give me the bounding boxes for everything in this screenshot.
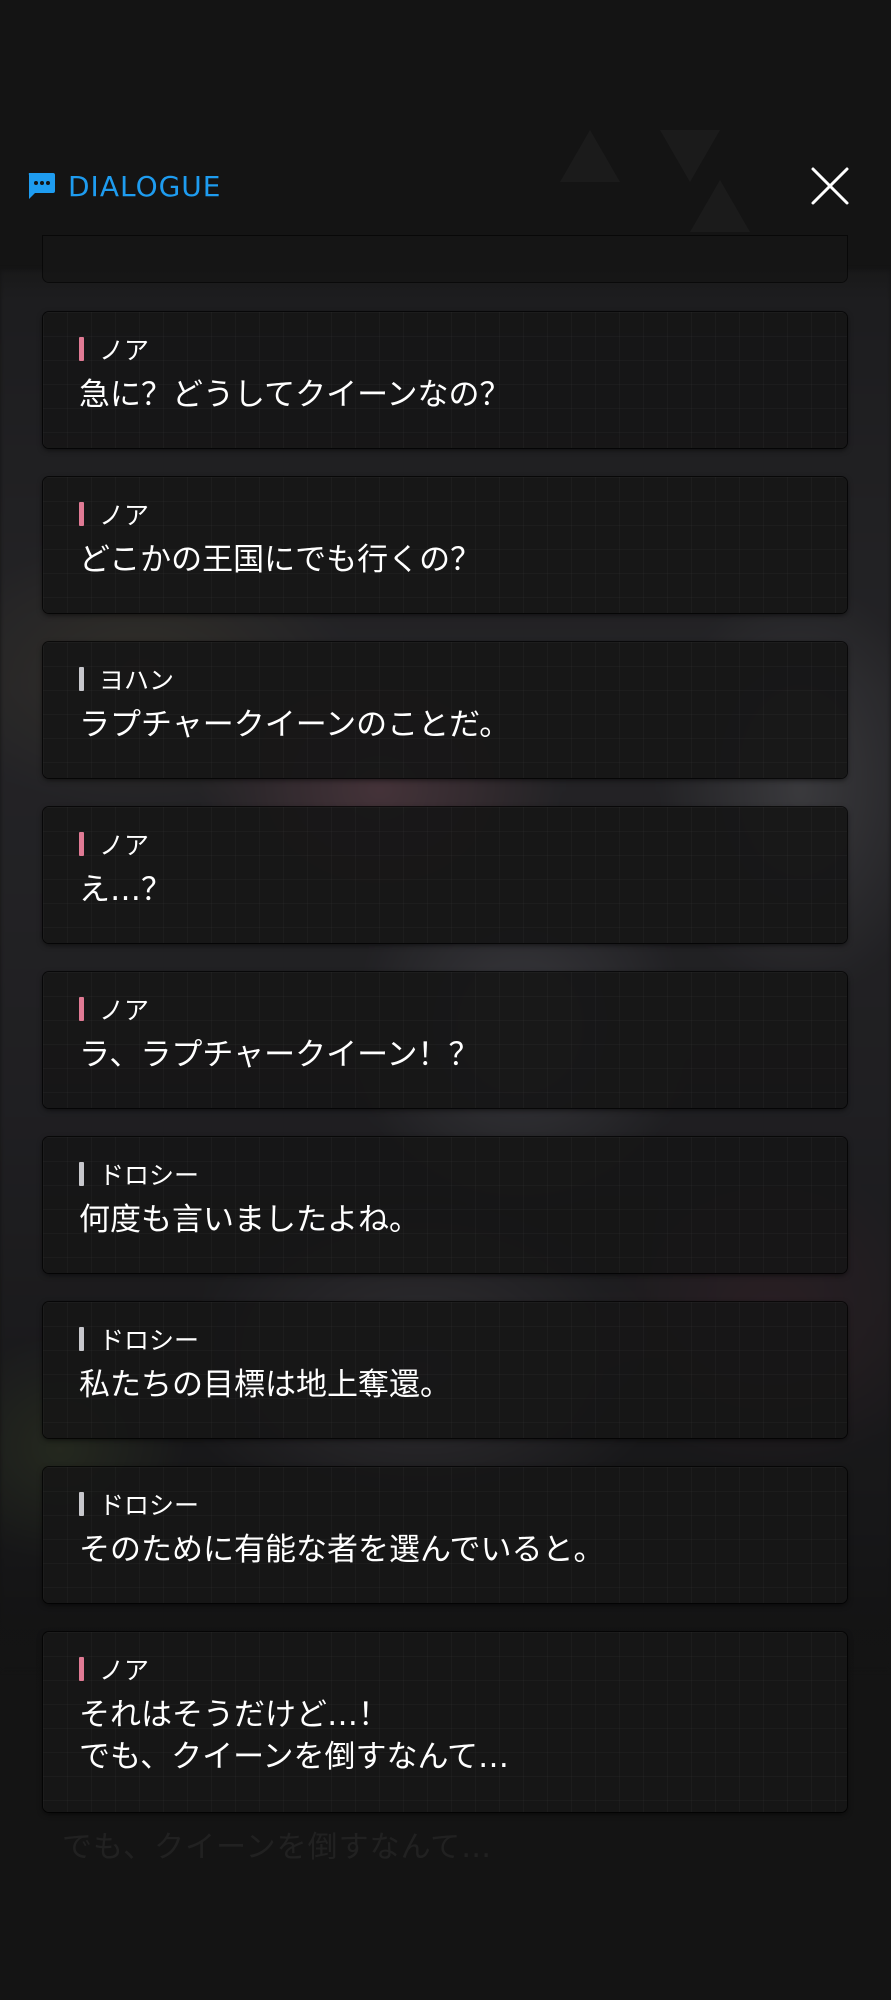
speaker-row: ヨハン [79, 664, 811, 695]
speaker-color-bar [79, 997, 84, 1021]
dialogue-card: ドロシー 私たちの目標は地上奪還。 [43, 1302, 847, 1438]
speaker-color-bar [79, 1327, 84, 1351]
dialogue-card: ノア 急に？どうしてクイーンなの？ [43, 312, 847, 448]
speaker-color-bar [79, 832, 84, 856]
previous-dialogue-card-edge [43, 236, 847, 282]
dialogue-text: ラプチャークイーンのことだ。 [79, 707, 511, 743]
dialogue-list[interactable]: ノア 急に？どうしてクイーンなの？ ノア どこかの王国にでも行くの？ ヨハン ラ… [0, 0, 891, 2000]
dialogue-card: ノア それはそうだけど…！ でも、クイーンを倒すなんて… [43, 1632, 847, 1812]
speaker-name: ノア [99, 501, 150, 530]
dialogue-card: ノア ラ、ラプチャークイーン！？ [43, 972, 847, 1108]
speaker-color-bar [79, 667, 84, 691]
speaker-color-bar [79, 337, 84, 361]
dialogue-text: 急に？どうしてクイーンなの？ [79, 377, 511, 413]
dialogue-card: ノア どこかの王国にでも行くの？ [43, 477, 847, 613]
speaker-name: ノア [99, 336, 150, 365]
speaker-row: ノア [79, 334, 811, 365]
speaker-name: ノア [99, 1656, 150, 1685]
speaker-row: ノア [79, 994, 811, 1025]
speaker-row: ドロシー [79, 1489, 811, 1520]
speaker-row: ドロシー [79, 1159, 811, 1190]
speaker-name: ノア [99, 996, 150, 1025]
dialogue-text: それはそうだけど…！ でも、クイーンを倒すなんて… [79, 1697, 509, 1775]
speaker-row: ノア [79, 499, 811, 530]
dialogue-text: 何度も言いましたよね。 [79, 1202, 420, 1238]
dialogue-text: 私たちの目標は地上奪還。 [79, 1367, 451, 1403]
speaker-row: ノア [79, 1654, 811, 1685]
speaker-name: ノア [99, 831, 150, 860]
speaker-color-bar [79, 1162, 84, 1186]
speaker-name: ヨハン [99, 666, 175, 695]
speaker-color-bar [79, 502, 84, 526]
speaker-name: ドロシー [99, 1161, 200, 1190]
dialogue-text: どこかの王国にでも行くの？ [79, 542, 482, 578]
dialogue-text: そのために有能な者を選んでいると。 [79, 1532, 605, 1568]
speaker-row: ノア [79, 829, 811, 860]
dialogue-text: ラ、ラプチャークイーン！？ [79, 1037, 480, 1073]
speaker-color-bar [79, 1492, 84, 1516]
speaker-color-bar [79, 1657, 84, 1681]
speaker-row: ドロシー [79, 1324, 811, 1355]
dialogue-text: え…？ [79, 872, 172, 908]
speaker-name: ドロシー [99, 1326, 200, 1355]
dialogue-card: ノア え…？ [43, 807, 847, 943]
speaker-name: ドロシー [99, 1491, 200, 1520]
dialogue-card: ドロシー そのために有能な者を選んでいると。 [43, 1467, 847, 1603]
dialogue-card: ヨハン ラプチャークイーンのことだ。 [43, 642, 847, 778]
dialogue-card: ドロシー 何度も言いましたよね。 [43, 1137, 847, 1273]
